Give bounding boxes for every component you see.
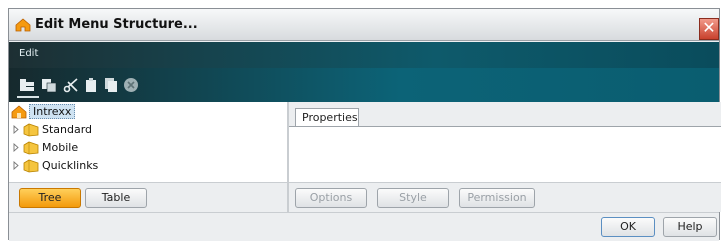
home-folder-icon (11, 105, 27, 119)
close-button[interactable]: ✕ (699, 18, 719, 40)
delete-icon[interactable] (123, 77, 139, 93)
menu-folder-icon (23, 159, 39, 173)
add-item-icon[interactable] (19, 77, 35, 93)
close-icon: ✕ (702, 18, 716, 37)
tree-root-label: Intrexx (29, 104, 76, 119)
title-bar: Edit Menu Structure... ✕ (9, 9, 719, 41)
copy-icon[interactable] (103, 77, 119, 93)
help-button[interactable]: Help (663, 217, 717, 237)
view-toggle-bar: Tree Table (9, 182, 287, 212)
menu-edit[interactable]: Edit (19, 48, 38, 59)
tree-node-standard[interactable]: Standard (13, 122, 213, 138)
options-button[interactable]: Options (295, 188, 367, 208)
properties-panel (289, 126, 721, 182)
menu-bar: Edit (9, 42, 719, 68)
tab-properties[interactable]: Properties (295, 108, 359, 126)
expand-arrow-icon[interactable] (13, 143, 19, 152)
add-child-icon[interactable] (41, 77, 57, 93)
paste-icon[interactable] (83, 77, 99, 93)
dialog-button-bar: OK Help (9, 212, 719, 241)
cut-icon[interactable] (63, 77, 79, 93)
menu-folder-icon (23, 123, 39, 137)
expand-arrow-icon[interactable] (13, 125, 19, 134)
tree-node-mobile[interactable]: Mobile (13, 140, 213, 156)
edit-menu-structure-window: Edit Menu Structure... ✕ Edit Intrexx St… (8, 8, 721, 241)
expand-arrow-icon[interactable] (13, 161, 19, 170)
ok-button[interactable]: OK (601, 217, 655, 237)
tree-root[interactable]: Intrexx (11, 104, 211, 120)
window-title: Edit Menu Structure... (35, 17, 198, 32)
tree-node-quicklinks[interactable]: Quicklinks (13, 158, 213, 174)
properties-actions: Options Style Permission (289, 182, 721, 212)
tree-node-label: Standard (42, 123, 93, 136)
permission-button[interactable]: Permission (459, 188, 535, 208)
table-view-button[interactable]: Table (85, 188, 147, 208)
content-area: Intrexx Standard Mobile Quicklinks Tree … (9, 102, 721, 241)
toolbar (9, 68, 719, 102)
tree-node-label: Quicklinks (42, 159, 99, 172)
menu-tree: Intrexx Standard Mobile Quicklinks (9, 102, 287, 182)
properties-pane: Properties Options Style Permission (289, 102, 721, 212)
active-tool-indicator (17, 96, 39, 98)
menu-folder-icon (23, 141, 39, 155)
tree-view-button[interactable]: Tree (19, 188, 81, 208)
app-icon (15, 18, 31, 32)
style-button[interactable]: Style (377, 188, 449, 208)
tree-node-label: Mobile (42, 141, 79, 154)
